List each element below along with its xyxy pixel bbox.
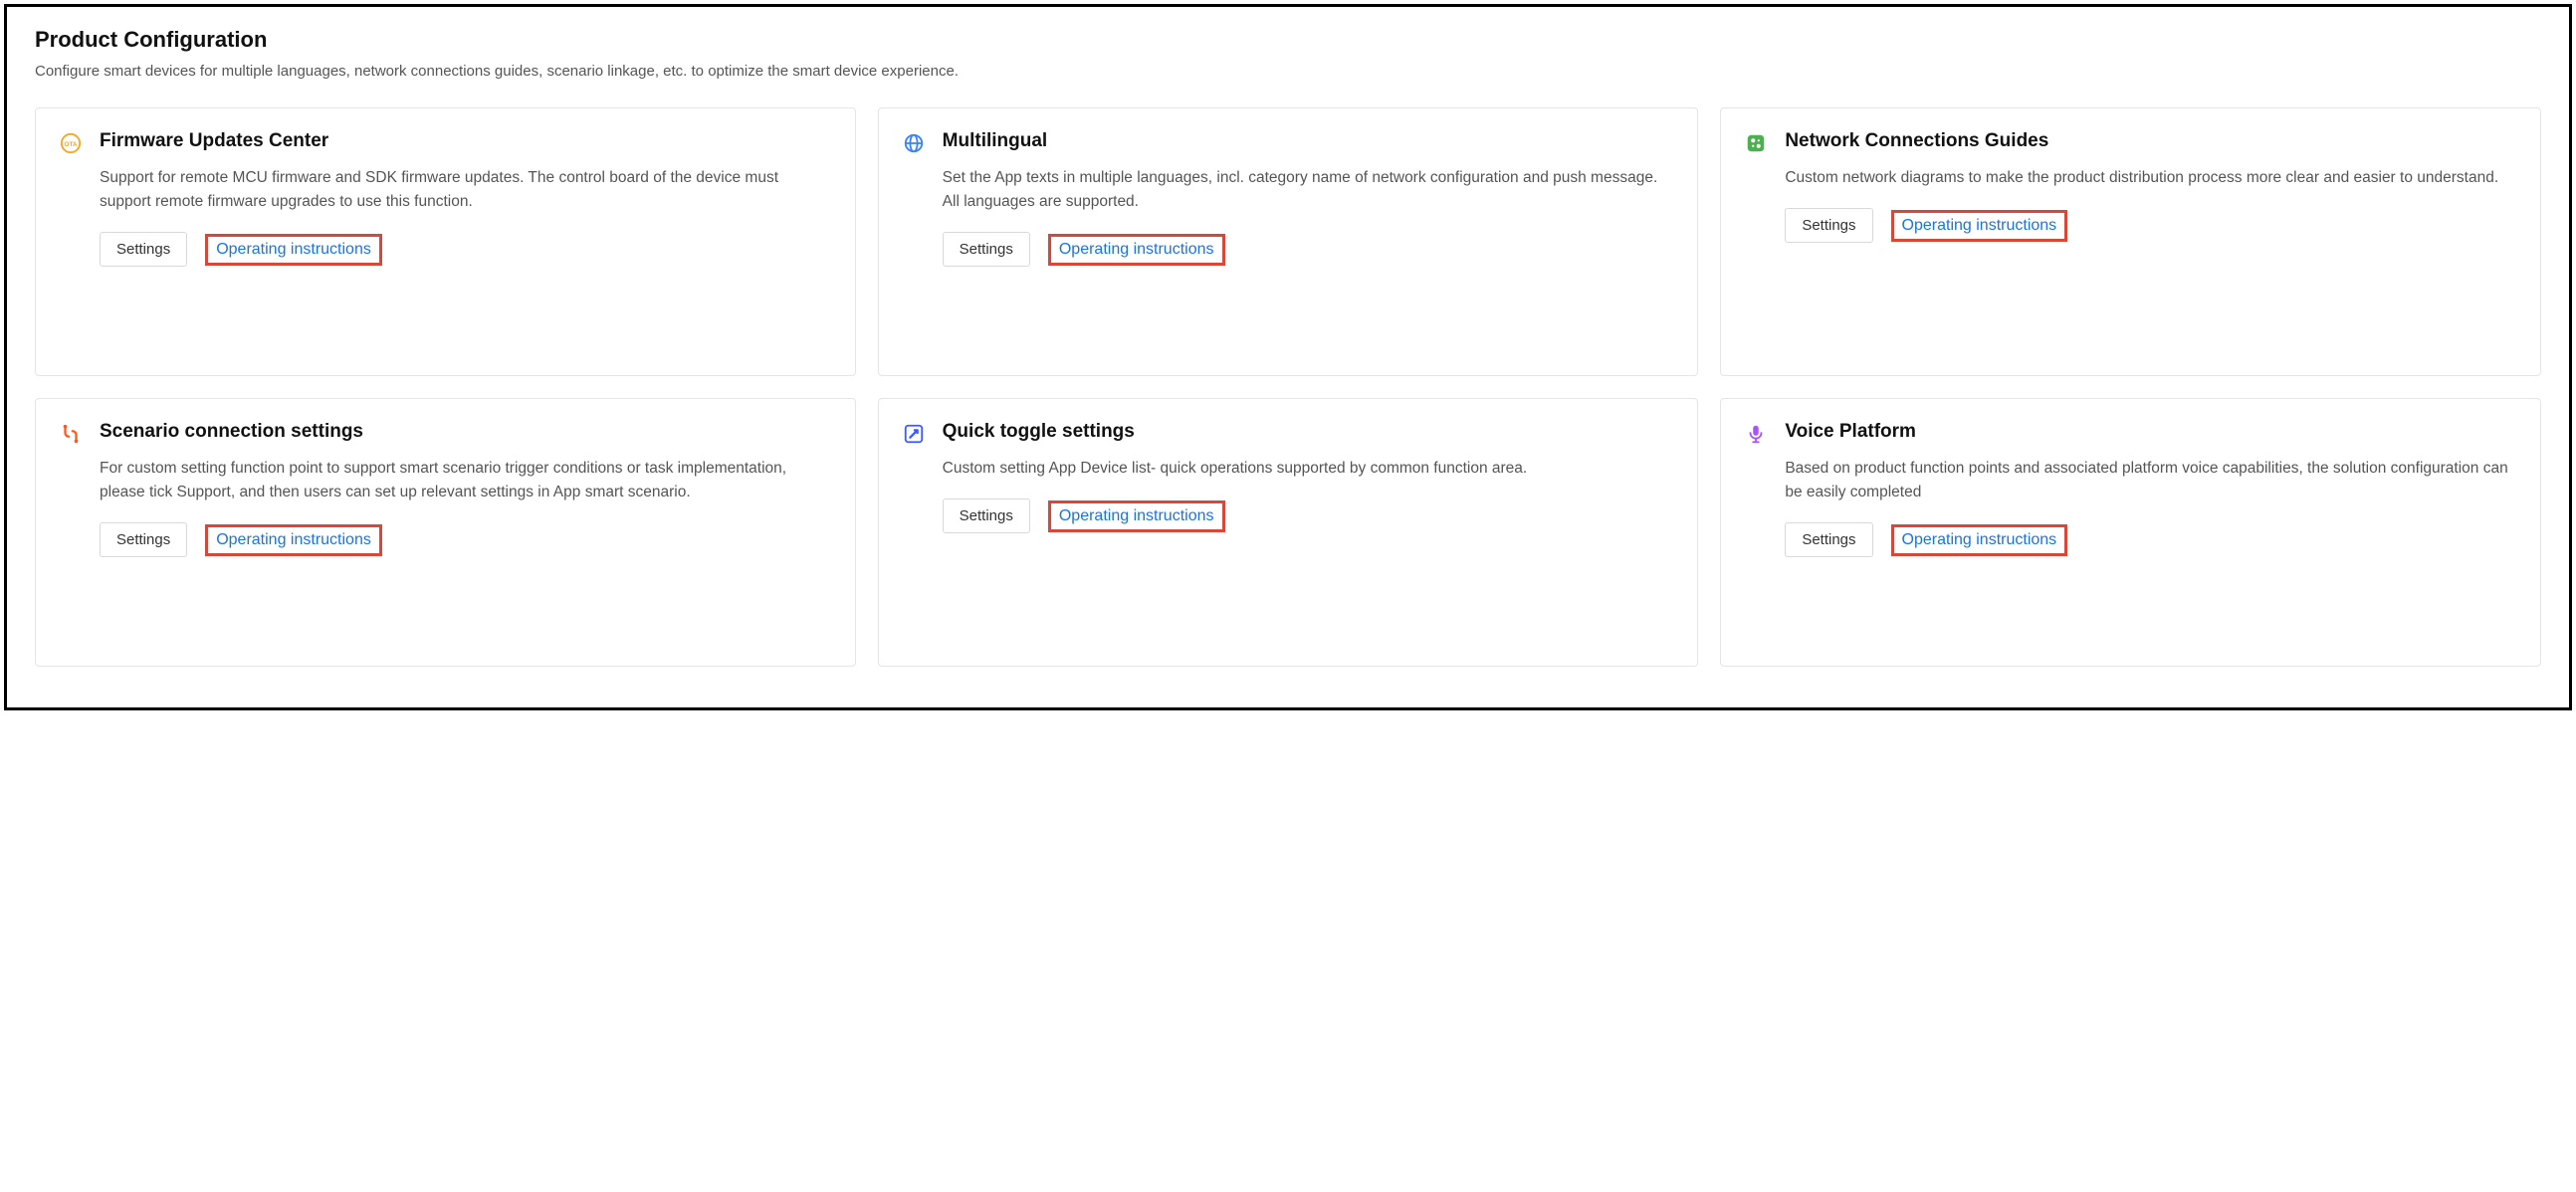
card-title: Voice Platform [1785,421,2516,443]
card-firmware-updates: OTA Firmware Updates Center Support for … [35,107,856,376]
operating-instructions-link[interactable]: Operating instructions [216,241,371,258]
card-voice-platform: Voice Platform Based on product function… [1720,398,2541,667]
settings-button[interactable]: Settings [943,498,1030,533]
page-title: Product Configuration [35,27,2541,53]
ota-icon: OTA [60,132,82,154]
card-title: Scenario connection settings [100,421,831,443]
card-multilingual: Multilingual Set the App texts in multip… [878,107,1699,376]
card-title: Firmware Updates Center [100,130,831,152]
operating-instructions-link[interactable]: Operating instructions [1902,217,2057,234]
card-quick-toggle: Quick toggle settings Custom setting App… [878,398,1699,667]
settings-button[interactable]: Settings [1785,522,1872,557]
instructions-highlight: Operating instructions [1891,524,2068,556]
card-network-guides: Network Connections Guides Custom networ… [1720,107,2541,376]
card-description: Custom network diagrams to make the prod… [1785,166,2516,190]
operating-instructions-link[interactable]: Operating instructions [1902,531,2057,548]
card-description: Based on product function points and ass… [1785,457,2516,504]
instructions-highlight: Operating instructions [205,524,382,556]
settings-button[interactable]: Settings [100,522,187,557]
scenario-icon [60,423,82,445]
svg-text:OTA: OTA [64,141,77,148]
card-title: Multilingual [943,130,1674,152]
globe-icon [903,132,925,154]
card-title: Network Connections Guides [1785,130,2516,152]
toggle-icon [903,423,925,445]
card-title: Quick toggle settings [943,421,1674,443]
card-description: Support for remote MCU firmware and SDK … [100,166,831,214]
card-description: Set the App texts in multiple languages,… [943,166,1674,214]
settings-button[interactable]: Settings [100,232,187,267]
operating-instructions-link[interactable]: Operating instructions [216,531,371,548]
operating-instructions-link[interactable]: Operating instructions [1059,241,1214,258]
settings-button[interactable]: Settings [1785,208,1872,243]
card-scenario-settings: Scenario connection settings For custom … [35,398,856,667]
card-description: Custom setting App Device list- quick op… [943,457,1674,481]
page-subtitle: Configure smart devices for multiple lan… [35,63,2541,80]
voice-icon [1745,423,1767,445]
instructions-highlight: Operating instructions [1048,234,1225,266]
operating-instructions-link[interactable]: Operating instructions [1059,507,1214,524]
instructions-highlight: Operating instructions [1048,500,1225,532]
settings-button[interactable]: Settings [943,232,1030,267]
card-description: For custom setting function point to sup… [100,457,831,504]
cards-grid: OTA Firmware Updates Center Support for … [35,107,2541,667]
instructions-highlight: Operating instructions [1891,210,2068,242]
network-icon [1745,132,1767,154]
instructions-highlight: Operating instructions [205,234,382,266]
